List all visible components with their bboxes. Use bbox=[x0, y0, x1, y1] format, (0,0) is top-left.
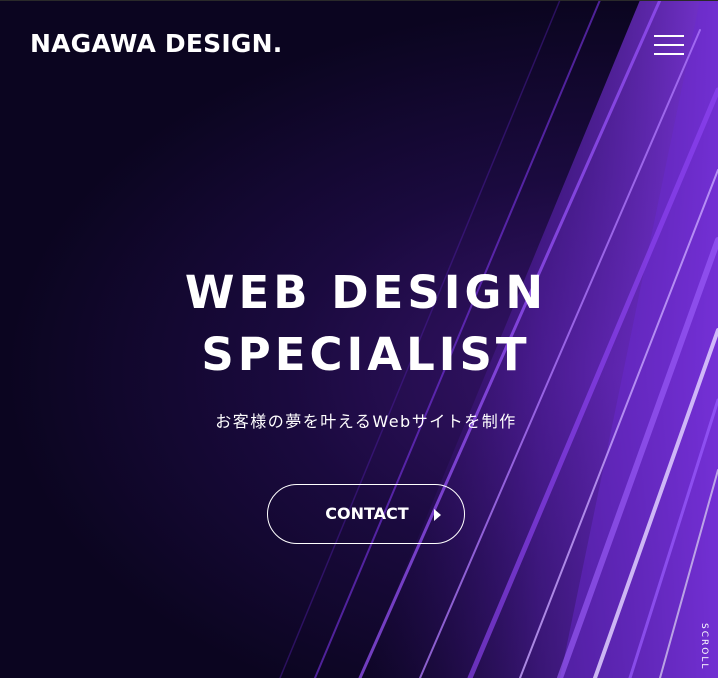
hamburger-menu-icon[interactable] bbox=[648, 30, 690, 60]
headline-line-2: SPECIALIST bbox=[201, 328, 531, 381]
top-border bbox=[0, 0, 718, 1]
menu-bar-top bbox=[654, 35, 684, 37]
contact-button[interactable]: CONTACT bbox=[267, 484, 465, 544]
hero-section: NAGAWA DESIGN. WEB DESIGN SPECIALIST お客様… bbox=[0, 0, 718, 678]
scroll-indicator[interactable]: SCROLL bbox=[698, 623, 710, 678]
triangle-right-icon bbox=[434, 509, 441, 521]
hero-headline: WEB DESIGN SPECIALIST bbox=[0, 262, 718, 386]
hero-subtitle: お客様の夢を叶えるWebサイトを制作 bbox=[215, 412, 517, 431]
menu-bar-bottom bbox=[654, 53, 684, 55]
headline-line-1: WEB DESIGN bbox=[184, 266, 548, 319]
menu-bar-middle bbox=[654, 44, 684, 46]
site-logo[interactable]: NAGAWA DESIGN. bbox=[30, 29, 282, 58]
